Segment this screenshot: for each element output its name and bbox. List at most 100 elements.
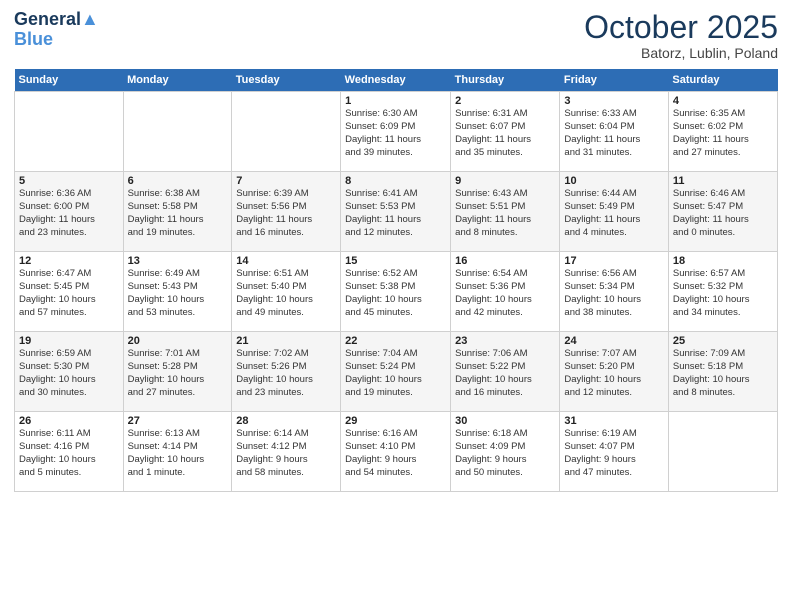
logo: General▲ Blue	[14, 10, 99, 50]
day-number: 31	[564, 415, 663, 427]
calendar-cell: 5Sunrise: 6:36 AMSunset: 6:00 PMDaylight…	[15, 172, 124, 252]
day-number: 23	[455, 335, 555, 347]
col-friday: Friday	[560, 69, 668, 92]
day-number: 21	[236, 335, 336, 347]
calendar-cell: 19Sunrise: 6:59 AMSunset: 5:30 PMDayligh…	[15, 332, 124, 412]
logo-text: General▲	[14, 10, 99, 30]
calendar-cell: 25Sunrise: 7:09 AMSunset: 5:18 PMDayligh…	[668, 332, 777, 412]
day-info: Sunrise: 6:19 AMSunset: 4:07 PMDaylight:…	[564, 428, 663, 479]
day-info: Sunrise: 6:59 AMSunset: 5:30 PMDaylight:…	[19, 348, 119, 399]
day-number: 14	[236, 255, 336, 267]
title-block: October 2025 Batorz, Lublin, Poland	[584, 10, 778, 61]
calendar-cell: 15Sunrise: 6:52 AMSunset: 5:38 PMDayligh…	[341, 252, 451, 332]
day-info: Sunrise: 7:01 AMSunset: 5:28 PMDaylight:…	[128, 348, 228, 399]
col-thursday: Thursday	[451, 69, 560, 92]
header: General▲ Blue October 2025 Batorz, Lubli…	[14, 10, 778, 61]
day-info: Sunrise: 6:30 AMSunset: 6:09 PMDaylight:…	[345, 108, 446, 159]
calendar-cell: 12Sunrise: 6:47 AMSunset: 5:45 PMDayligh…	[15, 252, 124, 332]
day-info: Sunrise: 6:18 AMSunset: 4:09 PMDaylight:…	[455, 428, 555, 479]
day-number: 16	[455, 255, 555, 267]
col-sunday: Sunday	[15, 69, 124, 92]
day-info: Sunrise: 7:04 AMSunset: 5:24 PMDaylight:…	[345, 348, 446, 399]
col-monday: Monday	[123, 69, 232, 92]
day-info: Sunrise: 6:57 AMSunset: 5:32 PMDaylight:…	[673, 268, 773, 319]
day-number: 1	[345, 95, 446, 107]
day-number: 12	[19, 255, 119, 267]
day-info: Sunrise: 6:54 AMSunset: 5:36 PMDaylight:…	[455, 268, 555, 319]
day-info: Sunrise: 7:06 AMSunset: 5:22 PMDaylight:…	[455, 348, 555, 399]
day-info: Sunrise: 6:14 AMSunset: 4:12 PMDaylight:…	[236, 428, 336, 479]
calendar-cell: 17Sunrise: 6:56 AMSunset: 5:34 PMDayligh…	[560, 252, 668, 332]
day-number: 27	[128, 415, 228, 427]
calendar-row-2: 5Sunrise: 6:36 AMSunset: 6:00 PMDaylight…	[15, 172, 778, 252]
header-row: Sunday Monday Tuesday Wednesday Thursday…	[15, 69, 778, 92]
day-info: Sunrise: 6:51 AMSunset: 5:40 PMDaylight:…	[236, 268, 336, 319]
location: Batorz, Lublin, Poland	[584, 45, 778, 61]
day-info: Sunrise: 6:56 AMSunset: 5:34 PMDaylight:…	[564, 268, 663, 319]
day-info: Sunrise: 6:46 AMSunset: 5:47 PMDaylight:…	[673, 188, 773, 239]
day-info: Sunrise: 7:07 AMSunset: 5:20 PMDaylight:…	[564, 348, 663, 399]
calendar-cell: 6Sunrise: 6:38 AMSunset: 5:58 PMDaylight…	[123, 172, 232, 252]
day-info: Sunrise: 6:38 AMSunset: 5:58 PMDaylight:…	[128, 188, 228, 239]
calendar-cell: 8Sunrise: 6:41 AMSunset: 5:53 PMDaylight…	[341, 172, 451, 252]
day-number: 3	[564, 95, 663, 107]
calendar-cell: 21Sunrise: 7:02 AMSunset: 5:26 PMDayligh…	[232, 332, 341, 412]
day-number: 9	[455, 175, 555, 187]
day-number: 29	[345, 415, 446, 427]
day-info: Sunrise: 7:02 AMSunset: 5:26 PMDaylight:…	[236, 348, 336, 399]
day-info: Sunrise: 6:39 AMSunset: 5:56 PMDaylight:…	[236, 188, 336, 239]
day-number: 10	[564, 175, 663, 187]
calendar-cell: 4Sunrise: 6:35 AMSunset: 6:02 PMDaylight…	[668, 92, 777, 172]
day-number: 6	[128, 175, 228, 187]
day-info: Sunrise: 6:49 AMSunset: 5:43 PMDaylight:…	[128, 268, 228, 319]
calendar-cell: 3Sunrise: 6:33 AMSunset: 6:04 PMDaylight…	[560, 92, 668, 172]
calendar-cell	[123, 92, 232, 172]
calendar-cell: 23Sunrise: 7:06 AMSunset: 5:22 PMDayligh…	[451, 332, 560, 412]
day-info: Sunrise: 7:09 AMSunset: 5:18 PMDaylight:…	[673, 348, 773, 399]
day-number: 17	[564, 255, 663, 267]
calendar-cell: 29Sunrise: 6:16 AMSunset: 4:10 PMDayligh…	[341, 412, 451, 492]
day-info: Sunrise: 6:13 AMSunset: 4:14 PMDaylight:…	[128, 428, 228, 479]
day-info: Sunrise: 6:33 AMSunset: 6:04 PMDaylight:…	[564, 108, 663, 159]
day-number: 19	[19, 335, 119, 347]
day-number: 26	[19, 415, 119, 427]
calendar-cell: 20Sunrise: 7:01 AMSunset: 5:28 PMDayligh…	[123, 332, 232, 412]
day-info: Sunrise: 6:47 AMSunset: 5:45 PMDaylight:…	[19, 268, 119, 319]
day-number: 25	[673, 335, 773, 347]
day-number: 8	[345, 175, 446, 187]
calendar-cell: 31Sunrise: 6:19 AMSunset: 4:07 PMDayligh…	[560, 412, 668, 492]
day-info: Sunrise: 6:43 AMSunset: 5:51 PMDaylight:…	[455, 188, 555, 239]
day-info: Sunrise: 6:44 AMSunset: 5:49 PMDaylight:…	[564, 188, 663, 239]
calendar-cell: 16Sunrise: 6:54 AMSunset: 5:36 PMDayligh…	[451, 252, 560, 332]
day-number: 2	[455, 95, 555, 107]
day-number: 20	[128, 335, 228, 347]
day-number: 22	[345, 335, 446, 347]
calendar-cell: 2Sunrise: 6:31 AMSunset: 6:07 PMDaylight…	[451, 92, 560, 172]
calendar-cell	[15, 92, 124, 172]
main-container: General▲ Blue October 2025 Batorz, Lubli…	[0, 0, 792, 502]
day-number: 11	[673, 175, 773, 187]
calendar-row-1: 1Sunrise: 6:30 AMSunset: 6:09 PMDaylight…	[15, 92, 778, 172]
month-title: October 2025	[584, 10, 778, 45]
day-number: 30	[455, 415, 555, 427]
calendar-cell: 11Sunrise: 6:46 AMSunset: 5:47 PMDayligh…	[668, 172, 777, 252]
calendar-cell: 18Sunrise: 6:57 AMSunset: 5:32 PMDayligh…	[668, 252, 777, 332]
calendar-cell: 1Sunrise: 6:30 AMSunset: 6:09 PMDaylight…	[341, 92, 451, 172]
day-number: 15	[345, 255, 446, 267]
col-saturday: Saturday	[668, 69, 777, 92]
calendar-row-3: 12Sunrise: 6:47 AMSunset: 5:45 PMDayligh…	[15, 252, 778, 332]
calendar-cell: 26Sunrise: 6:11 AMSunset: 4:16 PMDayligh…	[15, 412, 124, 492]
day-info: Sunrise: 6:52 AMSunset: 5:38 PMDaylight:…	[345, 268, 446, 319]
calendar-cell: 30Sunrise: 6:18 AMSunset: 4:09 PMDayligh…	[451, 412, 560, 492]
calendar-cell: 10Sunrise: 6:44 AMSunset: 5:49 PMDayligh…	[560, 172, 668, 252]
day-info: Sunrise: 6:35 AMSunset: 6:02 PMDaylight:…	[673, 108, 773, 159]
calendar-cell: 13Sunrise: 6:49 AMSunset: 5:43 PMDayligh…	[123, 252, 232, 332]
calendar-cell: 14Sunrise: 6:51 AMSunset: 5:40 PMDayligh…	[232, 252, 341, 332]
day-info: Sunrise: 6:36 AMSunset: 6:00 PMDaylight:…	[19, 188, 119, 239]
day-info: Sunrise: 6:41 AMSunset: 5:53 PMDaylight:…	[345, 188, 446, 239]
col-tuesday: Tuesday	[232, 69, 341, 92]
calendar-cell: 28Sunrise: 6:14 AMSunset: 4:12 PMDayligh…	[232, 412, 341, 492]
day-number: 4	[673, 95, 773, 107]
calendar-cell: 7Sunrise: 6:39 AMSunset: 5:56 PMDaylight…	[232, 172, 341, 252]
calendar-cell	[232, 92, 341, 172]
